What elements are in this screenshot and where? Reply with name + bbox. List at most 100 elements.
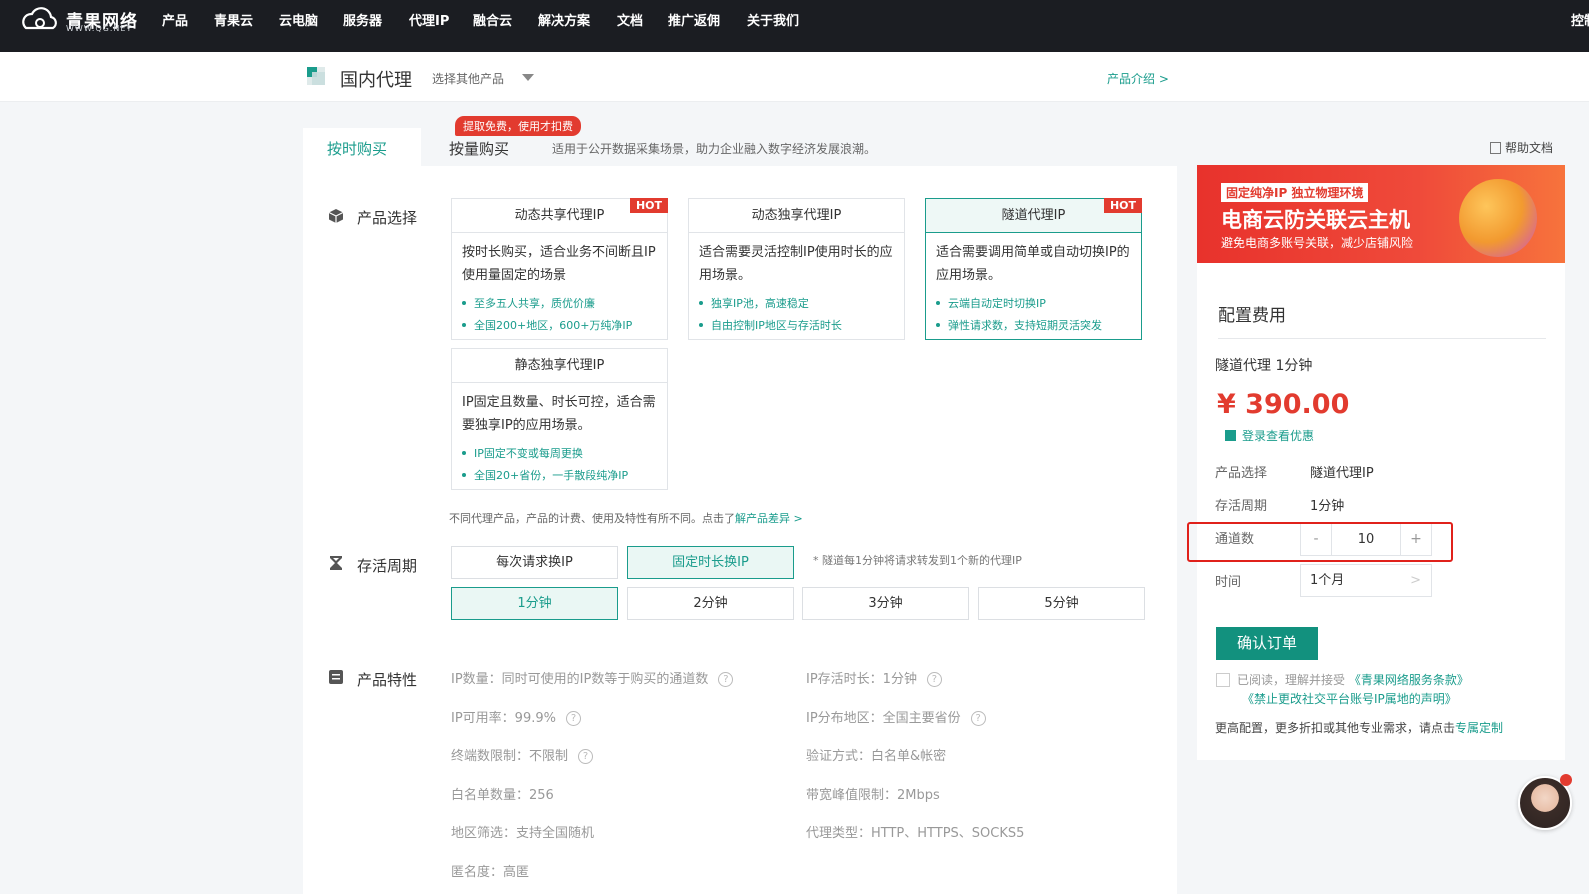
card-title: 静态独享代理IP (452, 349, 667, 383)
nav-item-products[interactable]: 产品 (162, 10, 188, 29)
agree-checkbox[interactable] (1216, 673, 1230, 687)
notification-dot (1560, 774, 1572, 786)
custom-config-link[interactable]: 专属定制 (1455, 721, 1503, 735)
feature-region-filter: 地区筛选：支持全国随机 (451, 826, 595, 841)
agree-text: 已阅读，理解并接受 《青果网络服务条款》 (1237, 673, 1469, 687)
config-period-key: 存活周期 (1215, 499, 1268, 514)
channels-highlight-annotation (1187, 522, 1453, 562)
gift-icon (1225, 430, 1236, 441)
help-question-icon[interactable]: ? (970, 711, 986, 726)
product-switch-dropdown[interactable]: 选择其他产品 (432, 70, 504, 87)
nav-item-about[interactable]: 关于我们 (747, 10, 799, 29)
nav-console-link[interactable]: 控制台 (1571, 10, 1589, 29)
duration-3min[interactable]: 3分钟 (802, 587, 969, 620)
help-question-icon[interactable]: ? (718, 672, 734, 687)
section-label-features: 产品特性 (357, 671, 418, 689)
sub-header (0, 52, 1589, 102)
hot-badge: HOT (629, 198, 668, 213)
help-question-icon[interactable]: ? (565, 711, 581, 726)
card-feature: 全国20+省份，一手散段纯净IP (452, 465, 667, 487)
card-feature: 全国200+地区，600+万纯净IP (452, 315, 667, 337)
nav-item-proxy-ip[interactable]: 代理IP (409, 10, 449, 29)
mode-fixed-duration[interactable]: 固定时长换IP (627, 546, 794, 579)
config-period-value: 1分钟 (1310, 499, 1345, 514)
config-product-line: 隧道代理 1分钟 (1215, 358, 1313, 374)
login-discount-link[interactable]: 登录查看优惠 (1225, 427, 1314, 444)
nav-item-docs[interactable]: 文档 (617, 10, 643, 29)
help-doc-link[interactable]: 帮助文档 (1490, 139, 1553, 156)
nav-item-servers[interactable]: 服务器 (343, 10, 382, 29)
card-description: 适合需要调用简单或自动切换IP的应用场景。 (936, 245, 1130, 283)
section-label-period: 存活周期 (357, 557, 418, 575)
card-description: IP固定且数量、时长可控，适合需要独享IP的应用场景。 (462, 395, 656, 433)
service-terms-link[interactable]: 《青果网络服务条款》 (1349, 673, 1469, 687)
tab-time-purchase[interactable]: 按时购买 (303, 128, 421, 166)
feature-proxy-type: 代理类型：HTTP、HTTPS、SOCKS5 (806, 826, 1025, 841)
mode-per-request[interactable]: 每次请求换IP (451, 546, 618, 579)
card-title: 动态独享代理IP (689, 199, 904, 233)
nav-item-referral[interactable]: 推广返佣 (668, 10, 720, 29)
banner-tag: 固定纯净IP 独立物理环境 (1221, 183, 1369, 202)
help-question-icon[interactable]: ? (578, 749, 594, 764)
feature-ip-region: IP分布地区：全国主要省份? (806, 707, 986, 726)
nav-item-solutions[interactable]: 解决方案 (538, 10, 590, 29)
feature-availability: IP可用率：99.9%? (451, 707, 581, 726)
duration-1min[interactable]: 1分钟 (451, 587, 618, 620)
product-card-static-exclusive[interactable]: 静态独享代理IP IP固定且数量、时长可控，适合需要独享IP的应用场景。 IP固… (451, 348, 668, 490)
card-feature: 至多五人共享，质优价廉 (452, 293, 667, 315)
banner-orb-decoration (1459, 179, 1537, 257)
feature-whitelist: 白名单数量：256 (451, 788, 554, 803)
product-diff-link[interactable]: 解产品差异 > (735, 512, 803, 525)
card-feature: 云端自动定时切换IP (926, 293, 1141, 315)
section-label-product: 产品选择 (357, 209, 418, 227)
feature-auth: 验证方式：白名单&帐密 (806, 749, 947, 764)
help-doc-label: 帮助文档 (1505, 141, 1554, 155)
promo-banner[interactable]: 固定纯净IP 独立物理环境 电商云防关联云主机 避免电商多账号关联，减少店铺风险 (1197, 165, 1565, 263)
nav-item-cloud-pc[interactable]: 云电脑 (279, 10, 318, 29)
confirm-order-button[interactable]: 确认订单 (1216, 627, 1318, 660)
document-icon (1490, 142, 1501, 154)
duration-2min[interactable]: 2分钟 (627, 587, 794, 620)
card-feature: 自由控制IP地区与存活时长 (689, 315, 904, 337)
product-card-tunnel[interactable]: 隧道代理IP HOT 适合需要调用简单或自动切换IP的应用场景。 云端自动定时切… (925, 198, 1142, 340)
product-card-dynamic-shared[interactable]: 动态共享代理IP HOT 按时长购买，适合业务不间断且IP使用量固定的场景 至多… (451, 198, 668, 340)
nav-item-fusion-cloud[interactable]: 融合云 (473, 10, 512, 29)
product-intro-link[interactable]: 产品介绍 > (1107, 70, 1169, 87)
custom-config-note: 更高配置，更多折扣或其他专业需求，请点击专属定制 (1215, 721, 1504, 735)
hot-badge: HOT (1103, 198, 1142, 213)
feature-ip-count: IP数量：同时可使用的IP数等于购买的通道数? (451, 668, 734, 687)
card-feature: 独享IP池，高速稳定 (689, 293, 904, 315)
feature-bandwidth: 带宽峰值限制：2Mbps (806, 788, 940, 803)
banner-title: 电商云防关联云主机 (1221, 208, 1410, 232)
proxy-product-icon (307, 67, 325, 85)
divider (1218, 338, 1546, 339)
card-feature: IP固定不变或每周更换 (452, 443, 667, 465)
nav-item-qg-cloud[interactable]: 青果云 (214, 10, 253, 29)
chevron-right-icon: > (1410, 573, 1421, 588)
feature-ip-lifetime: IP存活时长：1分钟? (806, 668, 942, 687)
ip-declaration-link[interactable]: 《禁止更改社交平台账号IP属地的声明》 (1242, 690, 1457, 707)
banner-subtitle: 避免电商多账号关联，减少店铺风险 (1221, 236, 1414, 250)
config-product-key: 产品选择 (1215, 466, 1268, 481)
config-panel: 配置费用 隧道代理 1分钟 ¥ 390.00 登录查看优惠 产品选择 隧道代理I… (1197, 263, 1565, 760)
config-product-value: 隧道代理IP (1310, 466, 1374, 481)
purchase-panel: 产品选择 动态共享代理IP HOT 按时长购买，适合业务不间断且IP使用量固定的… (303, 166, 1177, 894)
tab-qty-purchase[interactable]: 按量购买 (449, 138, 509, 159)
card-description: 适合需要灵活控制IP使用时长的应用场景。 (699, 245, 893, 283)
config-title: 配置费用 (1218, 306, 1286, 326)
logo-subtext: WWW.QG.NET (66, 24, 133, 33)
hourglass-icon (330, 556, 342, 570)
time-select[interactable]: 1个月 > (1300, 564, 1432, 597)
period-note: * 隧道每1分钟将请求转发到1个新的代理IP (813, 554, 1022, 567)
product-card-dynamic-exclusive[interactable]: 动态独享代理IP 适合需要灵活控制IP使用时长的应用场景。 独享IP池，高速稳定… (688, 198, 905, 340)
card-description: 按时长购买，适合业务不间断且IP使用量固定的场景 (462, 245, 656, 283)
top-nav: 青果网络 WWW.QG.NET 产品 青果云 云电脑 服务器 代理IP 融合云 … (0, 0, 1589, 52)
duration-5min[interactable]: 5分钟 (978, 587, 1145, 620)
caret-down-icon[interactable] (522, 74, 534, 81)
list-document-icon (329, 670, 343, 684)
help-question-icon[interactable]: ? (926, 672, 942, 687)
config-time-key: 时间 (1215, 575, 1242, 590)
tab-description: 适用于公开数据采集场景，助力企业融入数字经济发展浪潮。 (552, 142, 877, 156)
product-diff-note: 不同代理产品，产品的计费、使用及特性有所不同。点击了解产品差异 > (449, 512, 803, 525)
feature-terminal-limit: 终端数限制：不限制? (451, 745, 594, 764)
